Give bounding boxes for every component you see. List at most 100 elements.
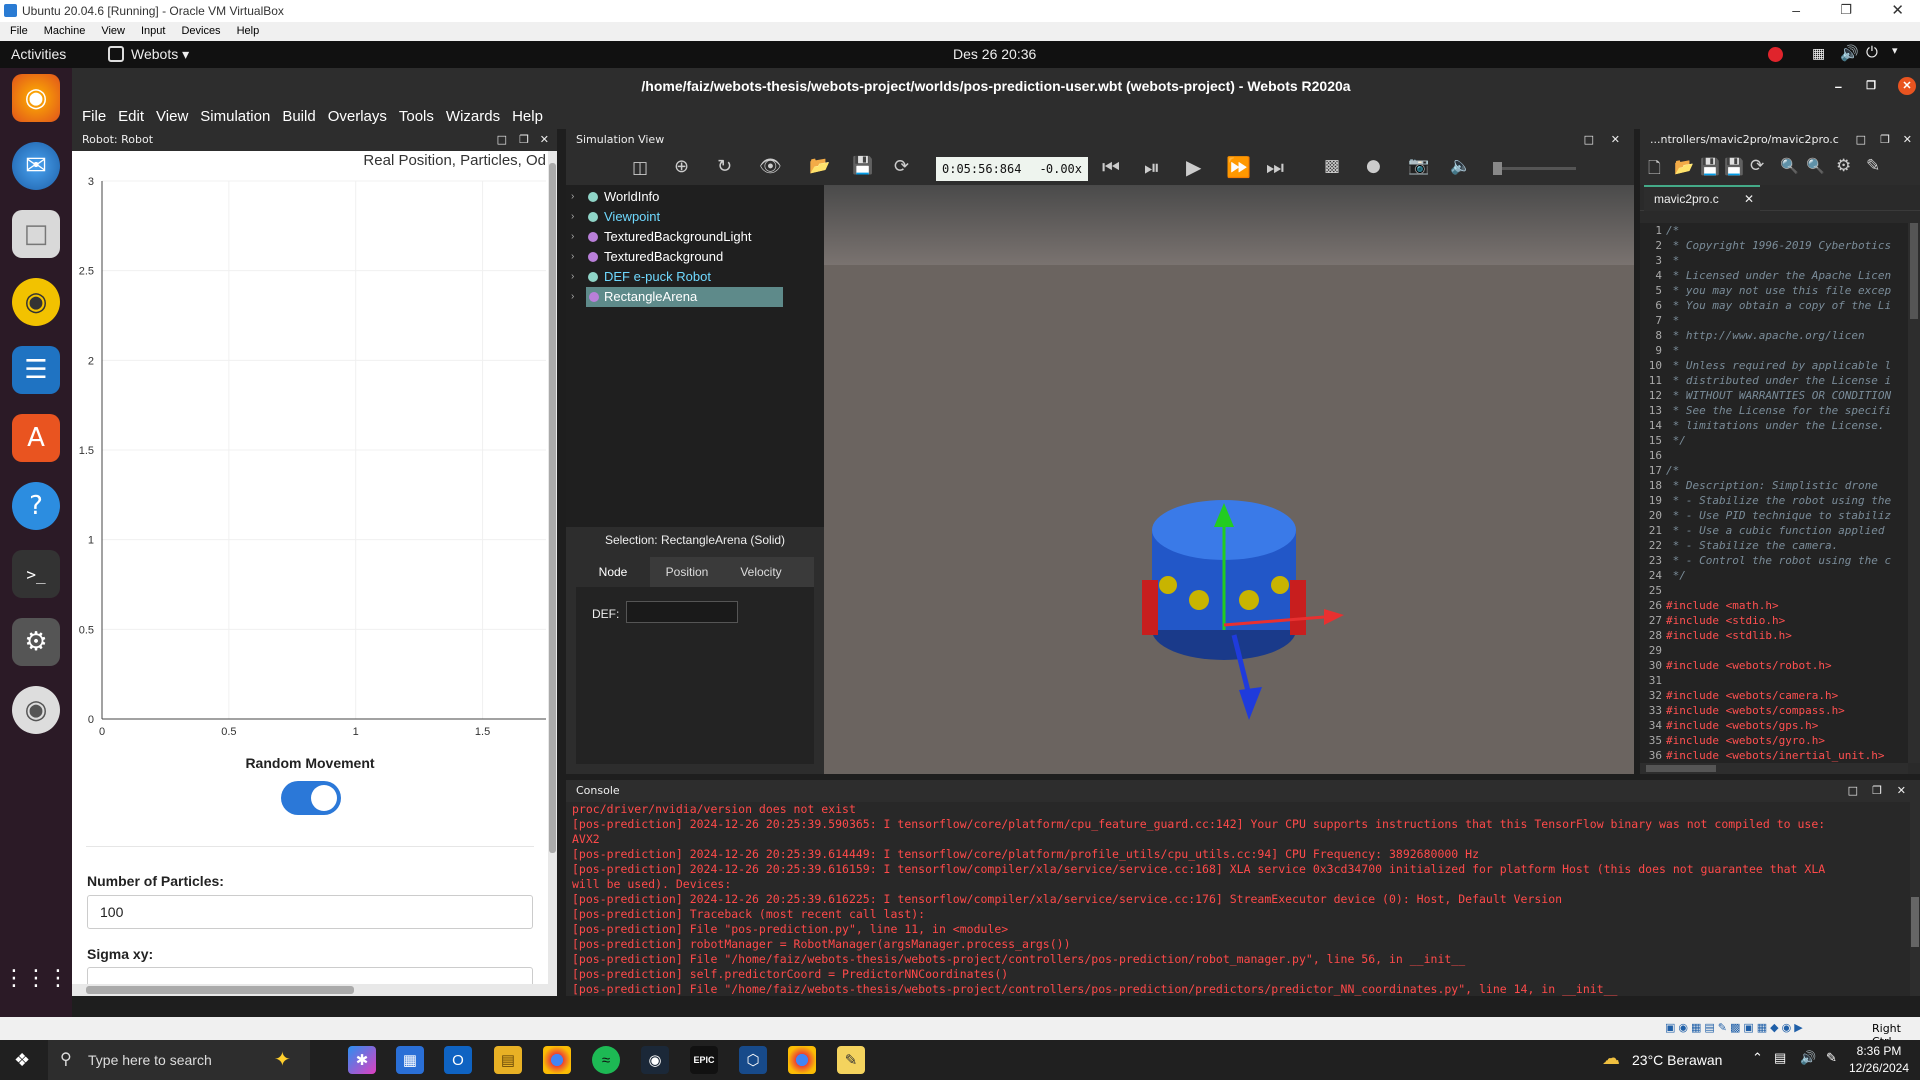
- minimize-icon[interactable]: –: [1792, 2, 1800, 18]
- app-menu[interactable]: Webots ▾: [131, 46, 189, 63]
- close-tab-icon[interactable]: ✕: [1744, 187, 1754, 211]
- power-icon[interactable]: ⏻: [1866, 44, 1878, 61]
- horizontal-scrollbar[interactable]: [72, 984, 548, 996]
- epic-games-icon[interactable]: EPIC: [690, 1046, 718, 1074]
- outlook-icon[interactable]: O: [444, 1046, 472, 1074]
- menu-file[interactable]: File: [82, 105, 106, 129]
- console-output[interactable]: proc/driver/nvidia/version does not exis…: [572, 802, 1906, 996]
- eye-icon[interactable]: 👁: [759, 156, 782, 177]
- microsoft-store-icon[interactable]: ▦: [396, 1046, 424, 1074]
- close-icon[interactable]: ✕: [1897, 780, 1906, 802]
- vertical-scrollbar[interactable]: [548, 151, 557, 996]
- tray-chevron-icon[interactable]: ⌃: [1752, 1050, 1763, 1066]
- steam-icon[interactable]: ◉: [641, 1046, 669, 1074]
- code-area[interactable]: 1/* 2 * Copyright 1996-2019 Cyberbotics 3 …: [1640, 223, 1908, 763]
- restore-icon[interactable]: ❐: [1866, 68, 1876, 105]
- menu-view[interactable]: View: [156, 105, 188, 129]
- clean-icon[interactable]: ✎: [1866, 156, 1880, 176]
- editor-vertical-scrollbar[interactable]: [1908, 223, 1920, 763]
- undock-icon[interactable]: ❐: [519, 129, 529, 151]
- chevron-right-icon[interactable]: ›: [571, 187, 574, 207]
- taskbar-time[interactable]: 8:36 PM: [1848, 1044, 1910, 1058]
- 3d-scene[interactable]: [824, 185, 1634, 774]
- close-icon[interactable]: ✕: [1611, 129, 1620, 151]
- chevron-right-icon[interactable]: ›: [571, 207, 574, 227]
- chevron-right-icon[interactable]: ›: [571, 267, 574, 287]
- close-icon[interactable]: ✕: [1891, 1, 1904, 19]
- mute-icon[interactable]: 🔈: [1450, 156, 1471, 176]
- scene-tree-item[interactable]: › DEF e-puck Robot: [566, 267, 824, 287]
- tab-position[interactable]: Position: [650, 557, 724, 587]
- activities-button[interactable]: Activities: [11, 46, 66, 62]
- particles-input[interactable]: 100: [87, 895, 533, 929]
- undock-icon[interactable]: ❐: [1880, 129, 1890, 151]
- scene-tree-item[interactable]: › Viewpoint: [566, 207, 824, 227]
- scrollbar-thumb[interactable]: [86, 986, 354, 994]
- thunderbird-icon[interactable]: ✉: [12, 142, 60, 190]
- open-file-icon[interactable]: 📂: [1674, 157, 1694, 176]
- vm-status-icons[interactable]: ▣◉▦▤✎▩▣▦◆◉▶: [1665, 1021, 1806, 1034]
- record-movie-icon[interactable]: ▩: [1324, 156, 1340, 176]
- fast-icon[interactable]: ⏩: [1226, 155, 1251, 179]
- firefox-icon[interactable]: ◉: [12, 74, 60, 122]
- menu-help[interactable]: Help: [512, 105, 543, 129]
- tab-mavic2pro-c[interactable]: mavic2pro.c ✕: [1644, 185, 1760, 211]
- scrollbar-thumb[interactable]: [1910, 223, 1918, 319]
- vbox-menu-file[interactable]: File: [10, 22, 28, 41]
- scrollbar-thumb[interactable]: [549, 163, 556, 853]
- volume-slider-handle[interactable]: [1493, 162, 1502, 175]
- float-icon[interactable]: □: [1856, 129, 1866, 151]
- fastest-icon[interactable]: ⏭: [1266, 155, 1284, 179]
- ubuntu-software-icon[interactable]: A: [12, 414, 60, 462]
- app-grid-icon[interactable]: ⋮⋮⋮: [3, 954, 69, 1002]
- chevron-right-icon[interactable]: ›: [571, 247, 574, 267]
- chevron-right-icon[interactable]: ›: [571, 287, 574, 307]
- network-icon[interactable]: ▦: [1812, 45, 1825, 62]
- close-icon[interactable]: ✕: [1903, 129, 1912, 151]
- scene-tree-item[interactable]: › RectangleArena: [571, 287, 783, 307]
- chevron-down-icon[interactable]: ▾: [1892, 44, 1898, 57]
- tab-velocity[interactable]: Velocity: [724, 557, 798, 587]
- scene-tree-item[interactable]: › TexturedBackground: [566, 247, 824, 267]
- console-scrollbar[interactable]: [1910, 802, 1920, 996]
- vbox-menu-view[interactable]: View: [101, 22, 125, 41]
- tray-pen-icon[interactable]: ✎: [1826, 1050, 1837, 1066]
- float-icon[interactable]: □: [497, 129, 507, 151]
- file-explorer-icon[interactable]: ▤: [494, 1046, 522, 1074]
- volume-slider[interactable]: [1493, 162, 1576, 175]
- save-world-icon[interactable]: 💾: [852, 156, 873, 176]
- step-icon[interactable]: ⏯: [1144, 155, 1160, 179]
- tray-volume-icon[interactable]: 🔊: [1800, 1050, 1816, 1066]
- maximize-icon[interactable]: ❐: [1840, 2, 1852, 18]
- minimize-icon[interactable]: –: [1835, 68, 1842, 105]
- screenshot-icon[interactable]: 📷: [1408, 156, 1429, 176]
- virtualbox-taskbar-icon[interactable]: ⬡: [739, 1046, 767, 1074]
- close-icon[interactable]: ✕: [1898, 77, 1916, 95]
- toggle-scene-tree-icon[interactable]: ◫: [632, 158, 648, 178]
- revert-icon[interactable]: ⟳: [1750, 156, 1764, 176]
- scene-tree-item[interactable]: › TexturedBackgroundLight: [566, 227, 824, 247]
- menu-edit[interactable]: Edit: [118, 105, 144, 129]
- add-node-icon[interactable]: ⊕: [674, 156, 689, 177]
- terminal-icon[interactable]: >_: [12, 550, 60, 598]
- save-all-icon[interactable]: 💾: [1724, 157, 1744, 176]
- chrome-profile-icon[interactable]: [788, 1046, 816, 1074]
- tab-node[interactable]: Node: [576, 557, 650, 587]
- spotify-icon[interactable]: ≈: [592, 1046, 620, 1074]
- view-rotate-icon[interactable]: ↻: [717, 156, 732, 177]
- menu-wizards[interactable]: Wizards: [446, 105, 500, 129]
- scrollbar-thumb[interactable]: [1646, 765, 1716, 772]
- menu-overlays[interactable]: Overlays: [328, 105, 387, 129]
- robot-model[interactable]: [1142, 500, 1344, 720]
- scrollbar-thumb[interactable]: [1911, 897, 1919, 947]
- find-icon[interactable]: 🔍: [1780, 157, 1799, 175]
- close-icon[interactable]: ✕: [540, 129, 549, 151]
- chevron-right-icon[interactable]: ›: [571, 227, 574, 247]
- undock-icon[interactable]: ❐: [1872, 780, 1882, 802]
- reset-simulation-icon[interactable]: ⏮: [1102, 155, 1120, 179]
- vbox-menu-machine[interactable]: Machine: [44, 22, 86, 41]
- float-icon[interactable]: □: [1584, 129, 1594, 151]
- menu-build[interactable]: Build: [282, 105, 315, 129]
- vbox-menu-devices[interactable]: Devices: [181, 22, 220, 41]
- dvd-icon[interactable]: ◉: [12, 686, 60, 734]
